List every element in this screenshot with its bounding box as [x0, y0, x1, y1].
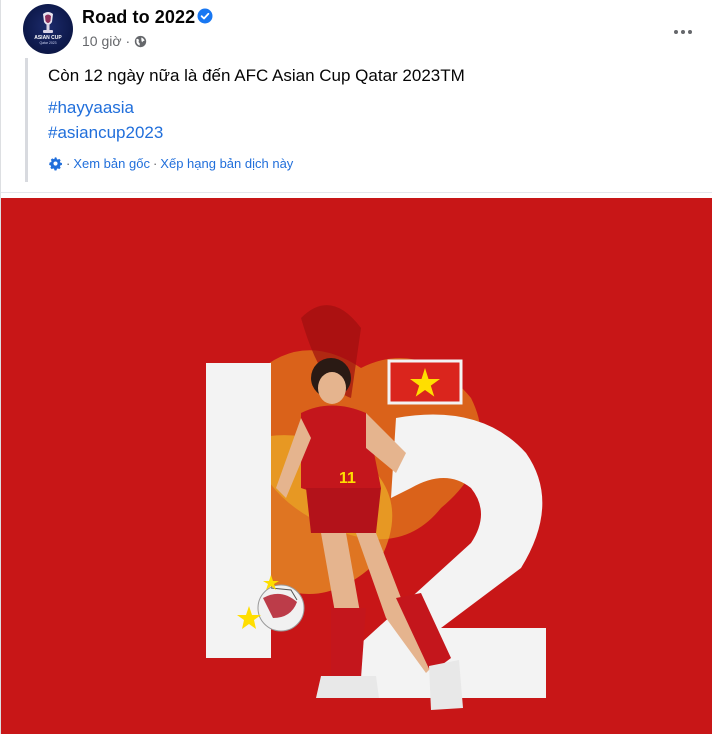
post-message-block: Còn 12 ngày nữa là đến AFC Asian Cup Qat… [25, 58, 685, 182]
post-timestamp[interactable]: 10 giờ [82, 33, 122, 49]
player-boot [316, 676, 379, 698]
separator: · [152, 156, 158, 171]
countdown-text: 12 [1, 198, 3, 199]
gear-icon [49, 157, 63, 171]
meta-separator: · [125, 33, 131, 49]
player-shorts [306, 488, 381, 533]
logo-line2: Qatar 2023 [40, 41, 57, 45]
more-options-button[interactable] [665, 14, 701, 50]
player-boot [429, 660, 463, 710]
post-message: Còn 12 ngày nữa là đến AFC Asian Cup Qat… [48, 66, 465, 85]
page-avatar[interactable]: ASIAN CUP Qatar 2023 [23, 4, 73, 54]
globe-icon [135, 35, 147, 47]
facebook-post: ASIAN CUP Qatar 2023 Road to 2022 10 giờ… [0, 0, 712, 734]
afc-asian-cup-logo: ASIAN CUP Qatar 2023 [34, 12, 62, 45]
countdown-poster: 11 12 [1, 198, 546, 710]
page-name[interactable]: Road to 2022 [82, 7, 195, 28]
divider [1, 192, 712, 193]
separator: · [66, 156, 71, 171]
hashtag-link[interactable]: #hayyaasia [48, 98, 134, 118]
hashtag-link[interactable]: #asiancup2023 [48, 123, 163, 143]
see-original-link[interactable]: Xem bản gốc [73, 156, 150, 171]
post-header: ASIAN CUP Qatar 2023 Road to 2022 10 giờ… [23, 4, 703, 54]
player-sock [331, 608, 366, 678]
more-options-icon [674, 30, 678, 34]
post-meta: 10 giờ · [82, 33, 147, 49]
verified-badge-icon [197, 8, 213, 24]
post-image[interactable]: 11 12 [1, 198, 712, 734]
translation-row: · Xem bản gốc · Xếp hạng bản dịch này [48, 156, 293, 171]
jersey-number: 11 [339, 470, 356, 487]
rate-translation-link[interactable]: Xếp hạng bản dịch này [160, 156, 293, 171]
